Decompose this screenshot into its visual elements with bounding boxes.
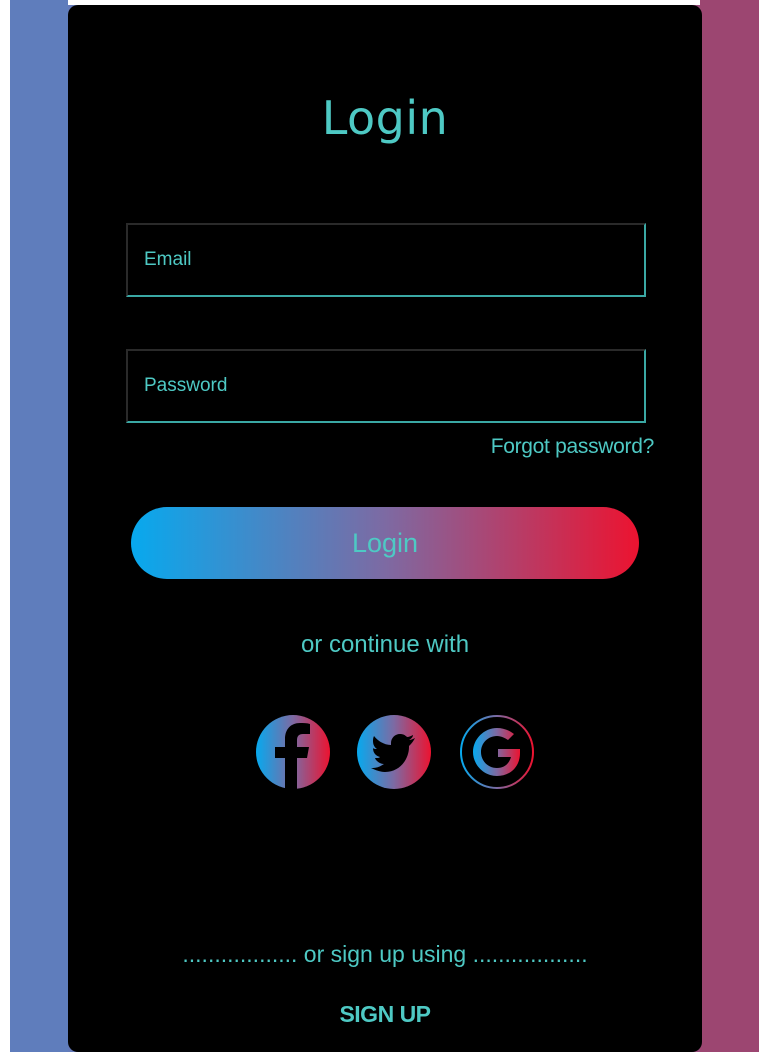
email-field-container <box>126 223 646 297</box>
password-field-container <box>126 349 646 423</box>
facebook-icon[interactable] <box>254 713 332 791</box>
background-left-panel <box>10 0 68 1052</box>
left-border <box>0 0 10 1052</box>
page-title: Login <box>321 91 449 145</box>
continue-with-caption: or continue with <box>300 631 470 658</box>
email-field[interactable] <box>128 225 644 295</box>
login-card: Login Forgot password? Login or continue… <box>68 5 702 1052</box>
signup-button[interactable]: SIGN UP <box>68 1001 702 1028</box>
forgot-password-link[interactable]: Forgot password? <box>491 435 655 459</box>
twitter-icon[interactable] <box>355 713 433 791</box>
signup-caption: .................. or sign up using ....… <box>182 941 588 967</box>
background-right-panel <box>700 0 759 1052</box>
password-field[interactable] <box>128 351 644 421</box>
login-button[interactable]: Login <box>131 507 639 579</box>
google-icon[interactable] <box>458 713 536 791</box>
